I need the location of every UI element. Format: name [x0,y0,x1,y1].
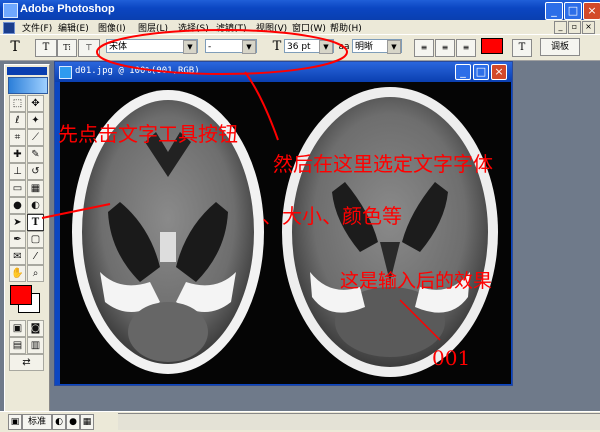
annotation-select-font: 然后在这里选定文字字体 [273,152,493,176]
crop-tool-icon[interactable]: ⌗ [9,129,26,146]
sample-text-001: 001 [432,346,471,370]
toolbox: ⬚ ✥ ℓ ✦ ⌗ ⟋ ✚ ✎ ⊥ ↺ ▭ ▦ ● ◐ ➤ T ✒ ▢ ✉ ⁄ … [4,64,50,414]
menu-layer[interactable]: 图层(L) [138,21,168,34]
notes-tool-icon[interactable]: ✉ [9,248,26,265]
shape-tool-icon[interactable]: ▢ [27,231,44,248]
warp-text-icon[interactable]: T [512,39,532,57]
app-title: Adobe Photoshop [20,3,115,15]
history-brush-tool-icon[interactable]: ↺ [27,163,44,180]
status-icon[interactable]: ▣ [8,414,22,430]
text-mask-icon[interactable]: ⊤ [78,39,100,57]
app-titlebar: Adobe Photoshop _ □ × [0,0,600,20]
eraser-tool-icon[interactable]: ▭ [9,180,26,197]
healing-brush-tool-icon[interactable]: ✚ [9,146,26,163]
photoshop-icon [3,3,18,18]
circle-icon[interactable]: ● [66,414,80,430]
menu-file[interactable]: 文件(F) [22,21,52,34]
hand-tool-icon[interactable]: ✋ [9,265,26,282]
doc-restore-icon[interactable]: ▫ [568,21,581,34]
doc-minimize-icon[interactable]: _ [554,21,567,34]
horizontal-scrollbar[interactable] [118,413,600,430]
brush-tool-icon[interactable]: ✎ [27,146,44,163]
document-titlebar: d01.jpg @ 100%(001,RGB) _ □ × [55,62,512,82]
chevron-down-icon: ▼ [242,40,256,54]
moon-icon[interactable]: ◐ [52,414,66,430]
close-button[interactable]: × [583,2,600,20]
marquee-tool-icon[interactable]: ⬚ [9,95,26,112]
menu-view[interactable]: 视图(V) [256,21,287,34]
doc-close-button[interactable]: × [491,64,507,80]
document-title: d01.jpg @ 100%(001,RGB) [75,66,200,76]
options-bar: T T T⁞ ⊤ 宋体 ▼ - ▼ T 36 pt ▼ aa 明晰 ▼ ≡ ≡ … [0,34,600,61]
menu-select[interactable]: 选择(S) [178,21,209,34]
annotation-after-input: 这是输入后的效果 [340,270,493,292]
text-tool-preset-icon[interactable]: T [6,39,24,55]
antialias-select[interactable]: 明晰 ▼ [352,39,402,54]
move-tool-icon[interactable]: ✥ [27,95,44,112]
doc-minimize-button[interactable]: _ [455,64,471,80]
dodge-tool-icon[interactable]: ◐ [27,197,44,214]
slice-tool-icon[interactable]: ⟋ [27,129,44,146]
horizontal-text-icon[interactable]: T [35,39,57,57]
lasso-tool-icon[interactable]: ℓ [9,112,26,129]
font-size-select[interactable]: 36 pt ▼ [284,39,334,54]
menu-window[interactable]: 窗口(W) [292,21,326,34]
eyedropper-tool-icon[interactable]: ⁄ [27,248,44,265]
menu-help[interactable]: 帮助(H) [330,21,362,34]
font-size-icon: T [272,39,282,54]
foreground-color-swatch[interactable] [10,285,32,305]
font-size-value: 36 pt [287,42,311,52]
antialias-value: 明晰 [355,42,374,52]
align-right-icon[interactable]: ≡ [456,39,476,57]
document-icon [59,66,72,79]
palettes-button[interactable]: 调板 [540,38,580,56]
annotation-size-color: 、大小、颜色等 [262,204,402,228]
clone-stamp-tool-icon[interactable]: ⊥ [9,163,26,180]
text-tool-icon[interactable]: T [27,214,44,231]
align-left-icon[interactable]: ≡ [414,39,434,57]
doc-close-icon[interactable]: × [582,21,595,34]
menu-bar: 文件(F) 编辑(E) 图像(I) 图层(L) 选择(S) 滤镜(T) 视图(V… [0,20,600,34]
menu-filter[interactable]: 滤镜(T) [216,21,247,34]
font-family-value: 宋体 [109,42,128,52]
align-center-icon[interactable]: ≡ [435,39,455,57]
standard-mode-icon[interactable]: ▣ [9,320,26,337]
text-color-swatch[interactable] [481,38,503,54]
screen-mode-standard-icon[interactable]: ▤ [9,337,26,354]
pen-tool-icon[interactable]: ✒ [9,231,26,248]
grid-icon[interactable]: ▦ [80,414,94,430]
chevron-down-icon: ▼ [183,40,197,54]
screen-mode-full-icon[interactable]: ▥ [27,337,44,354]
menu-image[interactable]: 图像(I) [98,21,126,34]
maximize-button[interactable]: □ [564,2,582,20]
chevron-down-icon: ▼ [319,40,333,54]
doc-maximize-button[interactable]: □ [473,64,489,80]
vertical-text-icon[interactable]: T⁞ [57,39,77,57]
font-family-select[interactable]: 宋体 ▼ [106,39,198,54]
menu-edit[interactable]: 编辑(E) [58,21,89,34]
zoom-tool-icon[interactable]: ⌕ [27,265,44,282]
annotation-click-text-tool: 先点击文字工具按钮 [58,122,238,146]
font-style-value: - [208,42,212,52]
magic-wand-tool-icon[interactable]: ✦ [27,112,44,129]
minimize-button[interactable]: _ [545,2,563,20]
photoshop-logo [8,77,48,94]
blur-tool-icon[interactable]: ● [9,197,26,214]
gradient-tool-icon[interactable]: ▦ [27,180,44,197]
quick-mask-mode-icon[interactable]: ◙ [27,320,44,337]
path-selection-tool-icon[interactable]: ➤ [9,214,26,231]
jump-to-imageready-icon[interactable]: ⇄ [9,354,44,371]
chevron-down-icon: ▼ [387,40,401,54]
font-style-select[interactable]: - ▼ [205,39,257,54]
toolbox-header [7,67,47,75]
antialias-icon: aa [338,42,350,52]
standard-mode-tab[interactable]: 标准 [22,414,52,430]
app-menu-icon[interactable] [3,22,15,34]
